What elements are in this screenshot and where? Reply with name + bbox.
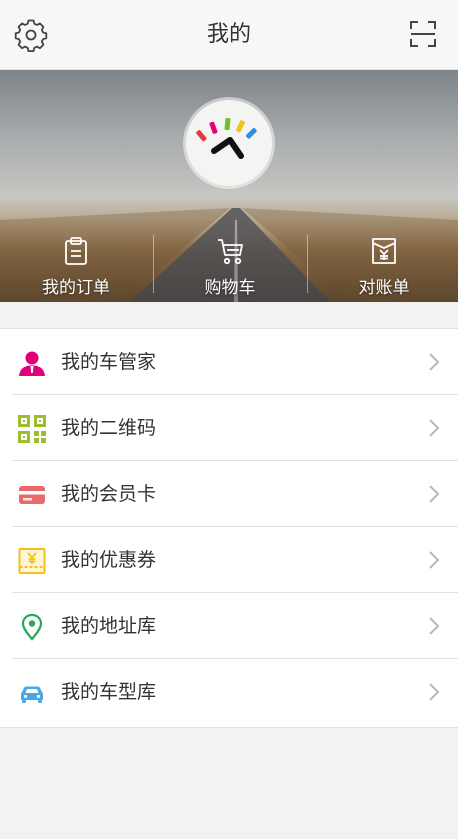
chevron-right-icon [428, 418, 440, 438]
shortcut-statement[interactable]: 对账单 [308, 236, 458, 302]
brand-logo[interactable] [186, 100, 272, 186]
coupon-icon [18, 547, 46, 575]
order-clipboard-icon [0, 236, 152, 268]
shortcut-label: 购物车 [204, 278, 256, 298]
menu-item-member-card[interactable]: 我的会员卡 [0, 461, 458, 527]
person-icon [18, 349, 46, 377]
menu-item-label: 我的车型库 [61, 681, 157, 703]
page-title: 我的 [206, 22, 251, 47]
menu-item-qr-code[interactable]: 我的二维码 [0, 395, 458, 461]
qr-code-icon [18, 415, 46, 443]
chevron-right-icon [428, 484, 440, 504]
shortcut-label: 我的订单 [42, 278, 110, 298]
menu-item-car-models[interactable]: 我的车型库 [0, 659, 458, 725]
menu-item-label: 我的优惠券 [61, 549, 157, 571]
chevron-right-icon [428, 616, 440, 636]
shopping-cart-icon [154, 236, 306, 268]
location-pin-icon [18, 613, 46, 641]
settings-menu-list: 我的车管家 我的二维码 我的会员卡 我的优惠券 我的地址库 我的车型库 [0, 328, 458, 728]
statement-icon [308, 236, 458, 268]
top-bar: 我的 [0, 0, 458, 70]
menu-item-label: 我的车管家 [61, 351, 157, 373]
profile-banner: 我的订单 购物车 对账单 [0, 70, 458, 302]
menu-item-coupons[interactable]: 我的优惠券 [0, 527, 458, 593]
card-icon [18, 481, 46, 509]
shortcut-cart[interactable]: 购物车 [154, 236, 306, 302]
shortcut-my-orders[interactable]: 我的订单 [0, 236, 152, 302]
scan-icon[interactable] [408, 19, 438, 49]
menu-item-label: 我的会员卡 [61, 483, 157, 505]
shortcut-label: 对账单 [358, 278, 410, 298]
menu-item-address-book[interactable]: 我的地址库 [0, 593, 458, 659]
car-icon [18, 679, 46, 707]
menu-item-label: 我的地址库 [61, 615, 157, 637]
chevron-right-icon [428, 352, 440, 372]
menu-item-car-steward[interactable]: 我的车管家 [0, 329, 458, 395]
menu-item-label: 我的二维码 [61, 417, 157, 439]
chevron-right-icon [428, 550, 440, 570]
chevron-right-icon [428, 682, 440, 702]
